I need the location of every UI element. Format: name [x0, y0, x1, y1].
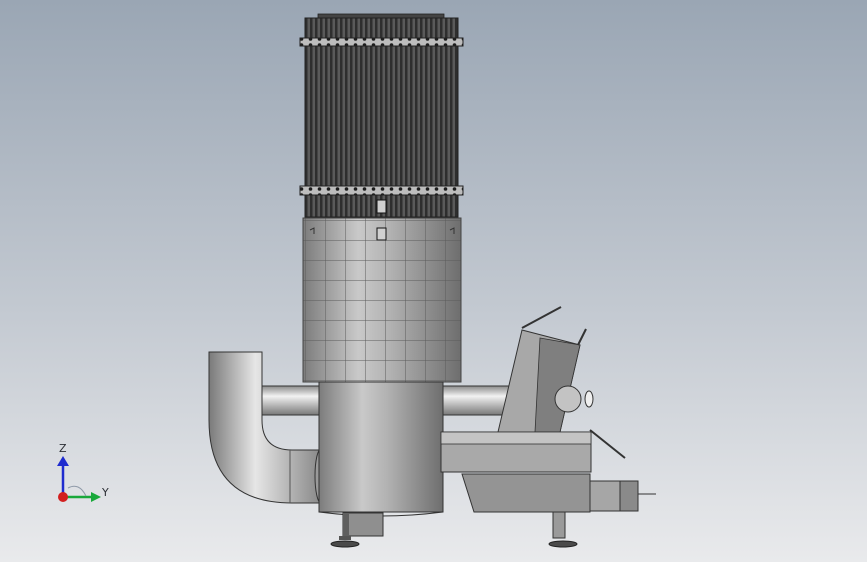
z-axis-label: Z — [59, 442, 67, 455]
x-axis-origin — [58, 492, 68, 502]
cad-model-view[interactable] — [0, 0, 867, 562]
discharge-chute[interactable] — [440, 429, 656, 513]
y-axis-label: Y — [102, 486, 109, 499]
orientation-triad: Z Y — [46, 440, 116, 510]
tilted-hopper[interactable] — [497, 306, 594, 433]
cad-viewport[interactable]: Z Y — [0, 0, 867, 562]
horizontal-pipe-left[interactable] — [261, 385, 325, 416]
y-axis-arrow — [63, 492, 101, 502]
filter-cylinder[interactable] — [299, 13, 464, 218]
main-vessel[interactable] — [318, 381, 444, 517]
support-legs[interactable] — [330, 511, 578, 548]
z-axis-arrow — [57, 456, 69, 497]
mesh-cage[interactable] — [302, 217, 462, 383]
horizontal-pipe-right[interactable] — [439, 385, 513, 416]
